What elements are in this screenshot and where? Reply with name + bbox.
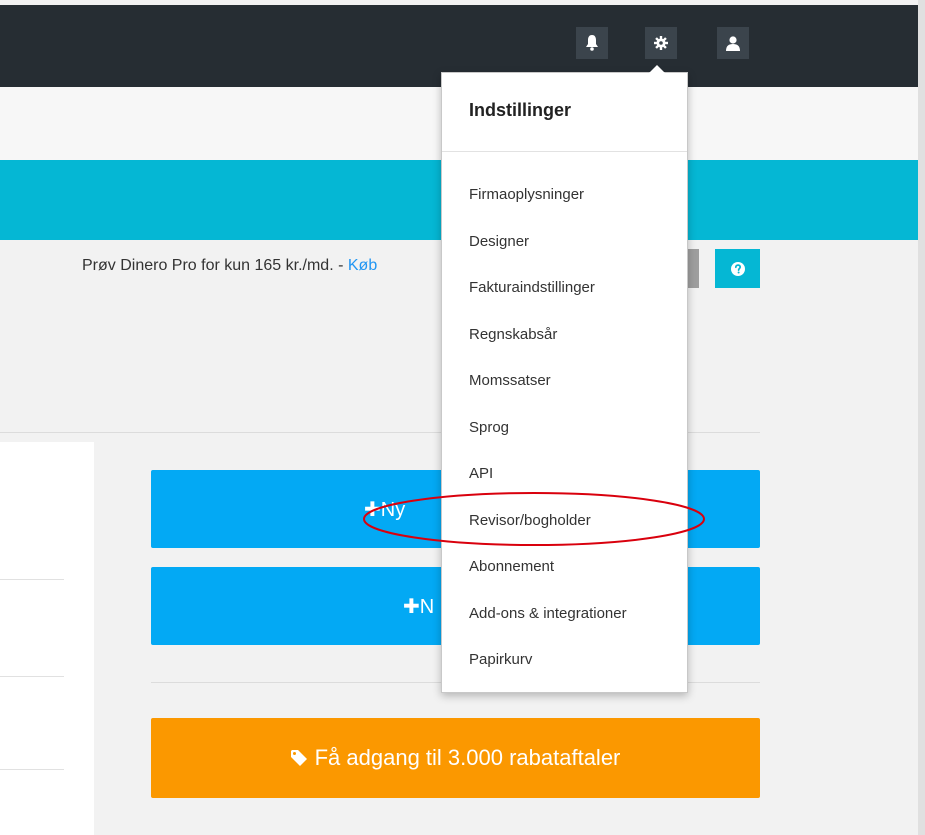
settings-menu-list: Firmaoplysninger Designer Fakturaindstil… xyxy=(442,171,687,683)
bell-icon xyxy=(586,35,598,51)
menu-item-momssatser[interactable]: Momssatser xyxy=(442,357,687,404)
new-primary-label: Ny xyxy=(380,498,406,521)
menu-item-abonnement[interactable]: Abonnement xyxy=(442,543,687,590)
settings-title: Indstillinger xyxy=(469,100,572,120)
promo-text: Prøv Dinero Pro for kun 165 kr./md. - Kø… xyxy=(82,257,377,275)
menu-item-papirkurv[interactable]: Papirkurv xyxy=(442,636,687,683)
plus-icon: ✚ xyxy=(364,498,381,521)
plus-icon: ✚ xyxy=(403,595,420,618)
menu-item-api[interactable]: API xyxy=(442,450,687,497)
user-icon xyxy=(726,35,740,51)
promo-message: Prøv Dinero Pro for kun 165 kr./md. - xyxy=(82,257,348,274)
dropdown-caret xyxy=(649,65,665,73)
panel-row-line xyxy=(0,676,64,677)
settings-button[interactable] xyxy=(645,27,677,59)
profile-button[interactable] xyxy=(717,27,749,59)
menu-item-fakturaindstillinger[interactable]: Fakturaindstillinger xyxy=(442,264,687,311)
help-button[interactable] xyxy=(715,249,760,288)
gear-icon xyxy=(654,36,668,50)
menu-item-add-ons[interactable]: Add-ons & integrationer xyxy=(442,590,687,637)
panel-row-line xyxy=(0,769,64,770)
menu-item-sprog[interactable]: Sprog xyxy=(442,404,687,451)
notifications-button[interactable] xyxy=(576,27,608,59)
menu-item-regnskabsaar[interactable]: Regnskabsår xyxy=(442,311,687,358)
settings-dropdown: Indstillinger Firmaoplysninger Designer … xyxy=(441,65,688,693)
new-primary-label-wrap: ✚Ny xyxy=(364,497,405,522)
menu-item-firmaoplysninger[interactable]: Firmaoplysninger xyxy=(442,171,687,218)
question-circle-icon xyxy=(730,261,745,276)
tag-icon xyxy=(290,750,307,766)
panel-row-line xyxy=(0,579,64,580)
menu-item-designer[interactable]: Designer xyxy=(442,218,687,265)
menu-item-revisor-bogholder[interactable]: Revisor/bogholder xyxy=(442,497,687,544)
new-secondary-label-wrap: ✚N xyxy=(403,594,434,619)
window-edge xyxy=(918,0,925,835)
promo-buy-link[interactable]: Køb xyxy=(348,257,377,274)
new-secondary-label: N xyxy=(419,595,435,618)
settings-separator xyxy=(442,151,687,152)
deals-button-label: Få adgang til 3.000 rabataftaler xyxy=(314,745,621,770)
content-panel xyxy=(0,442,94,835)
deals-button[interactable]: Få adgang til 3.000 rabataftaler xyxy=(151,718,760,798)
